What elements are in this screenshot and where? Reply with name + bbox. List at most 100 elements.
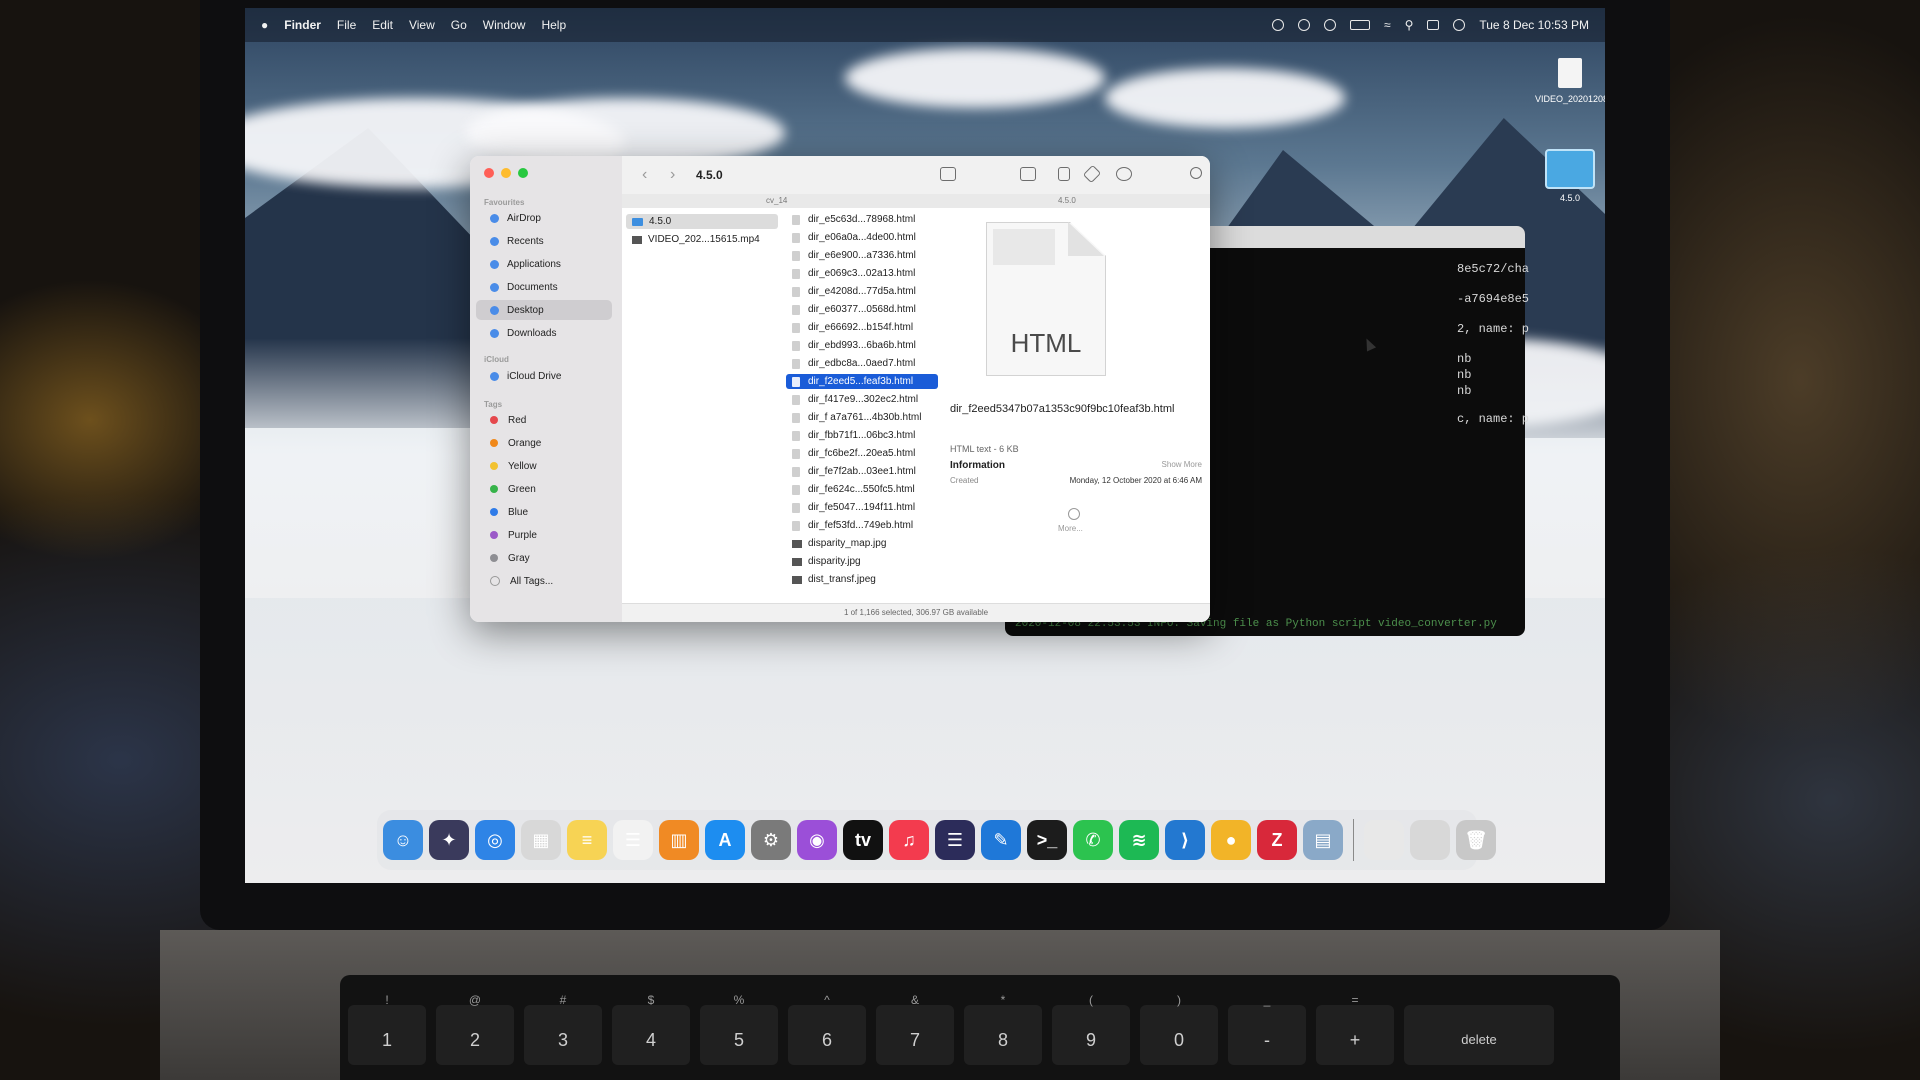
apple-menu-icon[interactable]: ● [261,18,268,32]
dock-launchpad-icon[interactable]: ▦ [521,820,561,860]
list-item[interactable]: dir_fe624c...550fc5.html [786,482,938,497]
list-item-selected[interactable]: dir_f2eed5...feaf3b.html [786,374,938,389]
list-item[interactable]: dir_fef53fd...749eb.html [786,518,938,533]
html-file-icon [792,448,800,459]
battery-icon[interactable] [1349,20,1370,30]
siri-icon[interactable] [1271,19,1284,31]
list-item[interactable]: dir_fc6be2f...20ea5.html [786,446,938,461]
close-button[interactable] [484,168,494,178]
list-item[interactable]: dir_e66692...b154f.html [786,320,938,335]
dock-books-icon[interactable]: ▥ [659,820,699,860]
view-columns-icon[interactable] [940,167,956,181]
dock-document-icon[interactable] [1364,820,1404,860]
sidebar-tag-gray[interactable]: Gray [476,548,612,568]
list-item[interactable]: disparity.jpg [786,554,938,569]
dock-reminders-icon[interactable]: ☰ [613,820,653,860]
list-item[interactable]: dir_fe5047...194f11.html [786,500,938,515]
menu-clock[interactable]: Tue 8 Dec 10:53 PM [1479,18,1589,32]
document-icon-label: HTML [1010,328,1082,358]
menu-help[interactable]: Help [541,18,566,32]
finder-window[interactable]: Favourites AirDrop Recents Applications … [470,156,1210,622]
menu-edit[interactable]: Edit [372,18,393,32]
dock-whatsapp-window-icon[interactable] [1410,820,1450,860]
sidebar-tag-orange[interactable]: Orange [476,433,612,453]
dock-trash-icon[interactable]: 🗑 [1456,820,1496,860]
dock-terminal-icon[interactable]: >_ [1027,820,1067,860]
sidebar-tag-green[interactable]: Green [476,479,612,499]
dock-whatsapp-icon[interactable]: ✆ [1073,820,1113,860]
zoom-button[interactable] [518,168,528,178]
list-item[interactable]: disparity_map.jpg [786,536,938,551]
list-item[interactable]: dir_e069c3...02a13.html [786,266,938,281]
menu-window[interactable]: Window [483,18,526,32]
dock-eclipse-icon[interactable]: ☰ [935,820,975,860]
sidebar-item-airdrop[interactable]: AirDrop [476,208,612,228]
sidebar-tag-purple[interactable]: Purple [476,525,612,545]
list-item[interactable]: VIDEO_202...15615.mp4 [626,232,778,247]
dock-filezilla-icon[interactable]: Z [1257,820,1297,860]
action-menu-icon[interactable] [1116,167,1132,181]
group-icon[interactable] [1020,167,1036,181]
dock-music-icon[interactable]: ♫ [889,820,929,860]
sidebar-item-downloads[interactable]: Downloads [476,323,612,343]
dock-spotify-icon[interactable]: ≋ [1119,820,1159,860]
forward-button[interactable]: › [670,166,675,184]
list-item[interactable]: dir_ebd993...6ba6b.html [786,338,938,353]
more-button[interactable]: More... [1058,524,1083,533]
control-center-icon[interactable] [1427,20,1440,30]
share-icon[interactable] [1058,167,1070,181]
back-button[interactable]: ‹ [642,166,647,184]
dock-safari-icon[interactable]: ◎ [475,820,515,860]
sidebar-item-recents[interactable]: Recents [476,231,612,251]
menu-go[interactable]: Go [451,18,467,32]
menu-file[interactable]: File [337,18,356,32]
list-item[interactable]: dir_e6e900...a7336.html [786,248,938,263]
list-item[interactable]: dir_e4208d...77d5a.html [786,284,938,299]
list-item[interactable]: dist_transf.jpeg [786,572,938,587]
dock-preview-icon[interactable]: ▤ [1303,820,1343,860]
list-item[interactable]: dir_fe7f2ab...03ee1.html [786,464,938,479]
dock-notes-icon[interactable]: ≡ [567,820,607,860]
list-item[interactable]: dir_e60377...0568d.html [786,302,938,317]
sidebar-tag-yellow[interactable]: Yellow [476,456,612,476]
list-item[interactable]: 4.5.0 [626,214,778,229]
sidebar-item-documents[interactable]: Documents [476,277,612,297]
moon-icon[interactable] [1297,19,1310,31]
dock-system-preferences-icon[interactable]: ⚙ [751,820,791,860]
tag-icon[interactable] [1082,164,1102,184]
dock-vscode-icon[interactable]: ⟩ [1165,820,1205,860]
list-item[interactable]: dir_f417e9...302ec2.html [786,392,938,407]
desktop-folder[interactable]: 4.5.0 [1535,143,1605,203]
dock-apple-tv-icon[interactable]: tv [843,820,883,860]
more-icon[interactable] [1068,508,1080,520]
sidebar-tag-red[interactable]: Red [476,410,612,430]
search-icon[interactable] [1190,167,1202,179]
dock-app-store-icon[interactable]: A [705,820,745,860]
sidebar-item-desktop[interactable]: Desktop [476,300,612,320]
sidebar-item-icloud-drive[interactable]: iCloud Drive [476,366,612,386]
list-item[interactable]: dir_fbb71f1...06bc3.html [786,428,938,443]
dock-finder-icon[interactable]: ☺ [383,820,423,860]
headphones-icon[interactable] [1323,19,1336,31]
list-item[interactable]: dir_edbc8a...0aed7.html [786,356,938,371]
dock-chrome-canary-icon[interactable]: ● [1211,820,1251,860]
spotlight-search-icon[interactable]: ⚲ [1405,18,1414,32]
sidebar-all-tags[interactable]: All Tags... [476,571,612,591]
menu-app-finder[interactable]: Finder [284,18,321,32]
menu-view[interactable]: View [409,18,435,32]
sidebar-tag-blue[interactable]: Blue [476,502,612,522]
dock-xcode-icon[interactable]: ✎ [981,820,1021,860]
desktop-video-file[interactable]: VIDEO_20201208_215615.mp4 [1535,48,1605,104]
siri-orb-icon[interactable] [1453,19,1466,31]
dock-podcasts-icon[interactable]: ◉ [797,820,837,860]
dock-launchpad-rocket-icon[interactable]: ✦ [429,820,469,860]
list-item[interactable]: dir_e5c63d...78968.html [786,212,938,227]
key-shift-label: $ [647,993,655,1007]
minimize-button[interactable] [501,168,511,178]
show-more-link[interactable]: Show More [1162,460,1202,469]
video-file-icon [1558,58,1582,88]
wifi-icon[interactable]: ≈ [1384,18,1391,32]
sidebar-item-applications[interactable]: Applications [476,254,612,274]
list-item[interactable]: dir_e06a0a...4de00.html [786,230,938,245]
list-item[interactable]: dir_f a7a761...4b30b.html [786,410,938,425]
